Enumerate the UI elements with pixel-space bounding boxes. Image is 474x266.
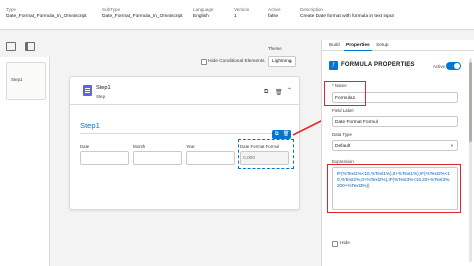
header-subtype-value: Date_Format_Formula_In_Omniscript xyxy=(102,14,183,19)
data-type-label: Data Type xyxy=(332,132,352,137)
hide-conditional-checkbox[interactable] xyxy=(201,59,207,65)
month-input[interactable] xyxy=(133,151,182,165)
header-active-value: false xyxy=(268,14,279,19)
step-divider xyxy=(80,133,290,134)
formula-element-actions[interactable]: ⧉ 🗑 xyxy=(272,130,291,139)
step-title: Step1 xyxy=(96,85,111,91)
data-type-select[interactable]: Default ▾ xyxy=(332,140,458,151)
copy-icon[interactable]: ⧉ xyxy=(264,89,268,96)
year-field-label: Year xyxy=(186,144,195,149)
step-card-header: Step1 Step ⧉ 🗑 ⌃ xyxy=(70,77,299,105)
panel-toggle-icon[interactable] xyxy=(25,42,35,51)
header-language: Language English xyxy=(193,7,213,20)
header-type: Type Date_Format_Formula_In_Omniscript xyxy=(6,7,87,20)
step-icon xyxy=(83,85,92,96)
step-heading: Step1 xyxy=(80,121,100,130)
formula-icon: ƒ xyxy=(329,61,338,70)
hide-checkbox[interactable] xyxy=(332,241,338,247)
header-active: Active false xyxy=(268,7,281,20)
step-thumbnail[interactable]: Step1 xyxy=(6,62,46,100)
year-input[interactable] xyxy=(186,151,235,165)
theme-label: Theme xyxy=(268,46,282,51)
hide-label: Hide xyxy=(340,241,350,246)
panel-scrollbar-thumb[interactable] xyxy=(469,62,472,142)
header-type-value: Date_Format_Formula_In_Omniscript xyxy=(6,14,87,19)
data-type-value: Default xyxy=(335,144,351,149)
delete-icon[interactable]: 🗑 xyxy=(275,89,283,96)
active-toggle-label: Active xyxy=(433,64,445,69)
formula-field-label: Date Format Formul xyxy=(240,144,280,149)
hide-conditional-label: Hide Conditional Elements xyxy=(208,59,265,64)
copy-icon[interactable]: ⧉ xyxy=(275,131,279,137)
date-input[interactable] xyxy=(80,151,129,165)
step-subtitle: Step xyxy=(96,94,106,99)
tab-properties[interactable]: Properties xyxy=(346,43,370,48)
name-highlight-box xyxy=(324,81,366,106)
theme-select[interactable]: Lightning ▾ xyxy=(268,56,296,67)
theme-select-value: Lightning xyxy=(272,59,292,64)
step-thumbnail-label: Step1 xyxy=(11,77,23,82)
header-version-value: 1 xyxy=(234,14,237,19)
panel-title: FORMULA PROPERTIES xyxy=(341,62,415,68)
month-field-label: Month xyxy=(133,144,146,149)
header-description: Description Create Date format with form… xyxy=(300,7,394,20)
delete-icon[interactable]: 🗑 xyxy=(283,131,289,137)
chevron-down-icon: ▾ xyxy=(450,143,453,148)
header-version: Version 1 xyxy=(234,7,249,20)
header-language-value: English xyxy=(193,14,209,19)
active-toggle[interactable] xyxy=(446,62,461,70)
active-tab-indicator xyxy=(344,50,372,51)
tab-setup[interactable]: Setup xyxy=(376,43,389,48)
header-subtype: SubType Date_Format_Formula_In_Omniscrip… xyxy=(102,7,183,20)
date-field-label: Date xyxy=(80,144,90,149)
expression-highlight-box xyxy=(327,164,461,213)
header-description-value: Create Date format with formula in text … xyxy=(300,14,394,19)
structure-view-icon[interactable] xyxy=(6,42,16,51)
field-label-input[interactable]: Date Format Formul xyxy=(332,116,458,127)
chevron-down-icon: ▾ xyxy=(289,59,292,64)
chevron-up-icon[interactable]: ⌃ xyxy=(287,87,292,94)
properties-panel xyxy=(321,40,474,266)
formula-display-field[interactable]: 0,000 xyxy=(240,151,289,165)
tab-build[interactable]: Build xyxy=(329,43,340,48)
help-icon[interactable]: ⓘ xyxy=(406,62,411,69)
field-label-label: Field Label xyxy=(332,108,354,113)
